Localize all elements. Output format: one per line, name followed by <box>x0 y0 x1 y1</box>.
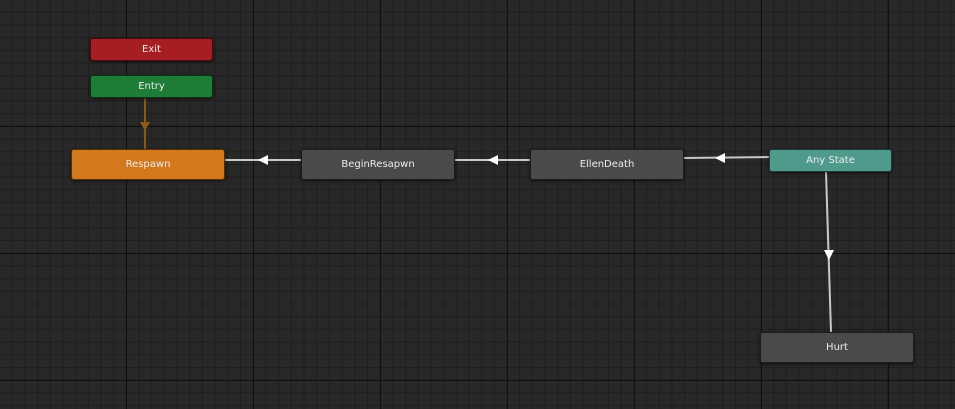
state-node-label: Exit <box>142 44 161 55</box>
state-node-entry[interactable]: Entry <box>90 75 213 98</box>
transition-arrow-entry-to-respawn <box>140 122 150 131</box>
state-node-label: Respawn <box>125 159 171 170</box>
state-node-begin-respawn[interactable]: BeginResapwn <box>301 149 455 180</box>
state-node-label: Any State <box>806 155 855 166</box>
transition-any-to-death[interactable] <box>683 156 770 159</box>
state-node-label: BeginResapwn <box>341 159 415 170</box>
transition-arrow-begin-to-respawn <box>258 155 268 165</box>
state-node-hurt[interactable]: Hurt <box>760 332 914 363</box>
state-node-label: EllenDeath <box>579 159 635 170</box>
transition-arrow-any-to-death <box>715 153 725 163</box>
state-node-respawn[interactable]: Respawn <box>71 149 225 180</box>
transition-arrow-any-to-hurt <box>824 250 834 260</box>
state-node-ellen-death[interactable]: EllenDeath <box>530 149 684 180</box>
state-node-any-state[interactable]: Any State <box>769 149 892 172</box>
state-node-label: Entry <box>138 81 165 92</box>
state-node-exit[interactable]: Exit <box>90 38 213 61</box>
transition-arrow-death-to-begin <box>488 155 498 165</box>
state-node-label: Hurt <box>826 342 848 353</box>
